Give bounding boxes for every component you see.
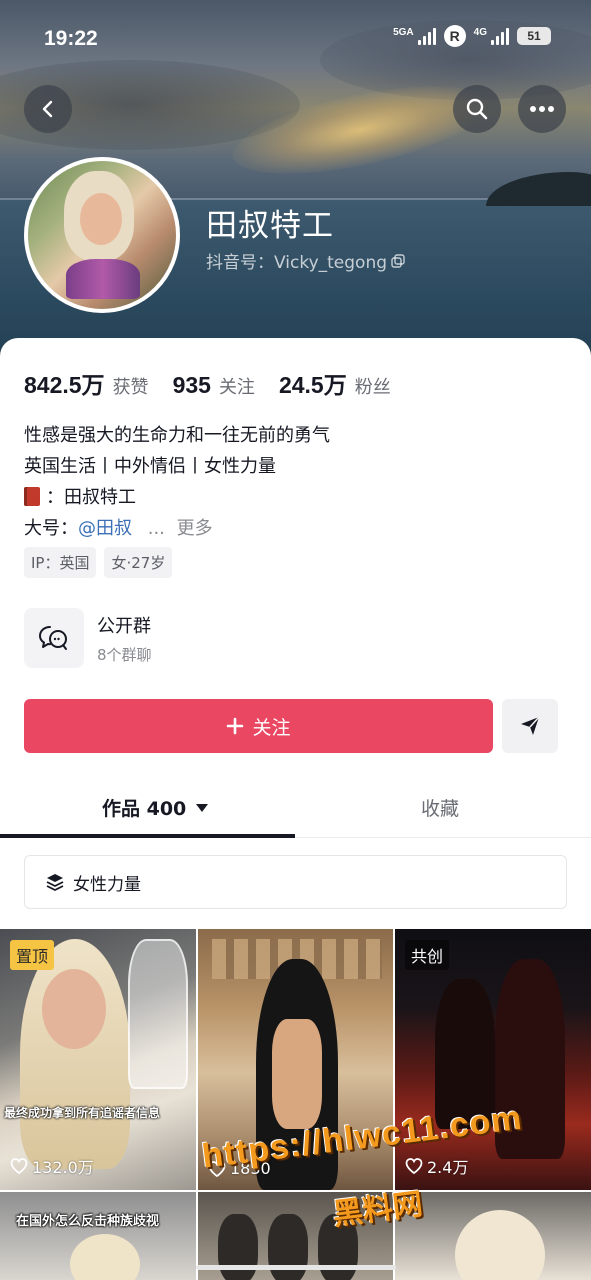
bio-line: 大号：@田叔 ... 更多 [24,513,330,544]
tab-works-label: 作品 400 [102,798,187,820]
bio-ellipsis: ... [147,518,165,539]
thumb-figure [218,1214,258,1280]
public-group-entry[interactable]: 公开群 8个群聊 [24,608,152,668]
collection-label: 女性力量 [73,874,141,895]
more-horizontal-icon [530,106,554,112]
search-icon [466,98,488,120]
like-count-value: 132.0万 [32,1158,94,1177]
bio-line-text: ：田叔特工 [46,487,136,508]
group-chat-icon-box [24,608,84,668]
douyin-id-row[interactable]: 抖音号：Vicky_tegong [206,248,405,273]
avatar-face [80,193,122,245]
profile-name: 田叔特工 [206,208,334,244]
video-thumbnail[interactable]: 置顶 最终成功拿到所有追谣者信息 132.0万 [0,929,196,1190]
like-count: 132.0万 [10,1154,94,1178]
avatar-top [66,259,140,299]
layers-icon [46,874,64,891]
stat-followers[interactable]: 24.5万 粉丝 [279,366,391,400]
stat-label: 粉丝 [354,377,391,398]
stats-row: 842.5万 获赞 935 关注 24.5万 粉丝 [24,366,415,400]
stat-following[interactable]: 935 关注 [173,372,255,399]
content-tabs: 作品 400 收藏 [0,780,591,838]
douyin-id: 抖音号：Vicky_tegong [206,253,388,273]
send-message-button[interactable] [502,699,558,753]
stat-label: 获赞 [112,377,149,398]
heart-icon [10,1158,28,1174]
active-tab-indicator [0,834,295,838]
thumb-wine-glass [128,939,188,1089]
send-icon [521,716,540,735]
copy-icon[interactable] [391,253,405,268]
mention-link[interactable]: @田叔 [78,518,132,539]
group-text: 公开群 8个群聊 [97,612,152,665]
profile-tags: IP：英国 女·27岁 [24,547,173,578]
like-count: 2.4万 [405,1154,468,1178]
video-thumbnail[interactable]: 共创 2.4万 [395,929,591,1190]
stat-value: 24.5万 [278,372,347,398]
stat-value: 842.5万 [24,372,105,398]
chevron-left-icon [42,100,53,118]
thumb-open-back [272,1019,322,1129]
video-thumbnail[interactable] [395,1192,591,1280]
bio-line: ：田叔特工 [24,482,330,513]
thumb-figure [70,1234,140,1280]
thumb-face [42,969,106,1049]
more-button[interactable] [518,85,566,133]
group-title: 公开群 [97,615,151,637]
home-indicator [196,1265,396,1270]
bio-line: 英国生活丨中外情侣丨女性力量 [24,456,276,477]
collection-filter[interactable]: 女性力量 [24,855,567,909]
group-subtitle: 8个群聊 [97,645,152,664]
chat-bubbles-icon [39,626,67,650]
plus-icon [227,717,244,735]
like-count-value: 2.4万 [427,1158,469,1177]
status-time: 19:22 [44,27,98,50]
search-button[interactable] [453,85,501,133]
battery-icon: 51 [517,27,551,45]
caret-down-icon [196,803,209,812]
status-icons: 5GA R 4G 51 [393,25,551,47]
bio-more-button[interactable]: 更多 [177,518,213,539]
back-button[interactable] [24,85,72,133]
network-type: 4G [473,27,487,38]
co-create-badge: 共创 [405,940,450,970]
tab-favorites[interactable]: 收藏 [421,794,459,821]
avatar[interactable] [24,157,180,313]
video-thumbnail[interactable]: 在国外怎么反击种族歧视 [0,1192,196,1280]
video-caption: 最终成功拿到所有追谣者信息 [4,1106,161,1120]
book-icon [24,487,40,506]
tab-works[interactable]: 作品 400 [102,794,209,821]
gender-age-tag: 女·27岁 [104,547,173,578]
follow-button[interactable]: 关注 [24,699,493,753]
pinned-badge: 置顶 [10,940,55,970]
bio-prefix: 大号： [24,518,78,539]
thumb-figure [268,1214,308,1280]
thumb-figure [455,1210,545,1280]
stat-likes[interactable]: 842.5万 获赞 [24,366,149,400]
stat-value: 935 [172,372,211,398]
bio: 性感是强大的生命力和一往无前的勇气 英国生活丨中外情侣丨女性力量 ：田叔特工 大… [24,420,330,544]
ip-tag: IP：英国 [24,547,97,578]
heart-icon [405,1158,423,1174]
network-type: 5GA [393,27,414,38]
video-caption: 在国外怎么反击种族歧视 [16,1214,160,1229]
signal-icon: 4G [474,27,509,45]
signal-icon: 5GA [393,27,436,45]
follow-label: 关注 [252,716,291,739]
stat-label: 关注 [218,377,255,398]
banner-island [486,172,591,206]
roaming-icon: R [443,25,466,47]
bio-line: 性感是强大的生命力和一往无前的勇气 [24,425,330,446]
